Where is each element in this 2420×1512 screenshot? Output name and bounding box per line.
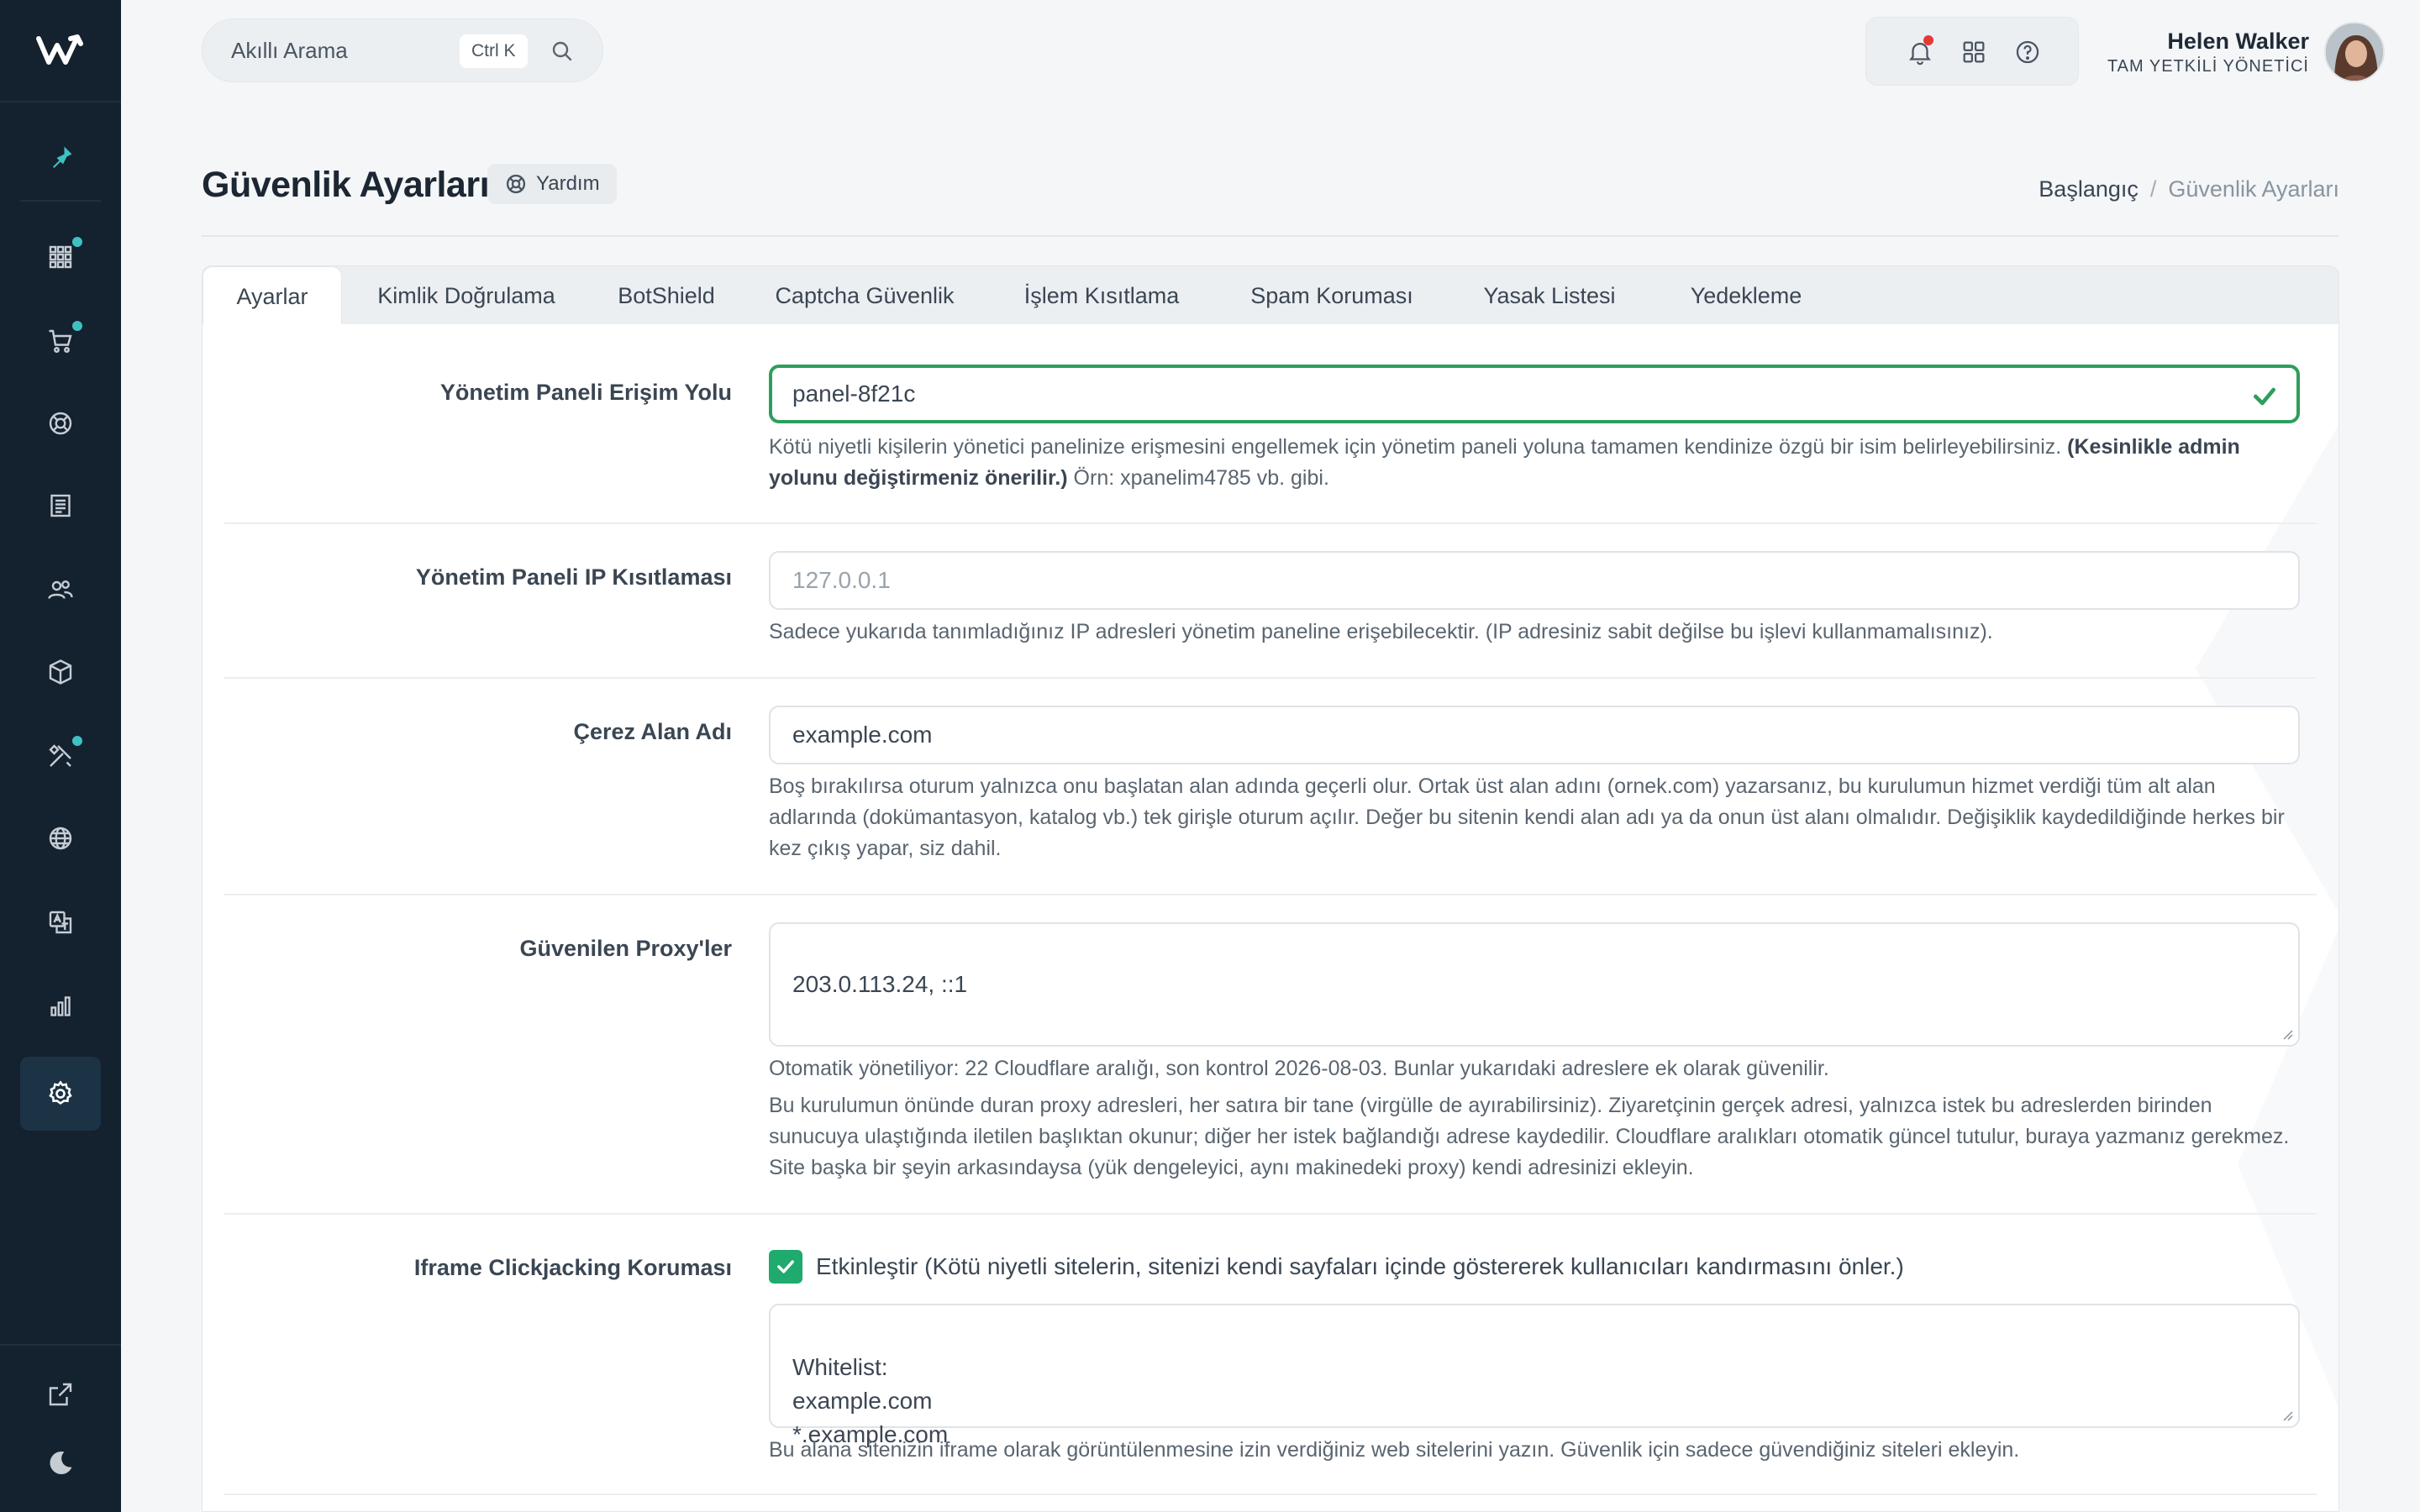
divider [202,235,2339,237]
sidebar-item-tools[interactable] [20,719,101,793]
search-label: Akıllı Arama [231,38,348,63]
smart-search[interactable]: Akıllı Arama Ctrl K [202,18,603,82]
tab-settings[interactable]: Ayarlar [203,266,342,327]
clickjacking-whitelist-textarea[interactable]: Whitelist: example.com *.example.com [769,1304,2300,1447]
breadcrumb-home[interactable]: Başlangıç [2039,176,2139,202]
clickjacking-help: Bu alana sitenizin iframe olarak görüntü… [769,1438,2020,1462]
sidebar-item-support[interactable] [20,386,101,460]
badge-dot [72,237,82,247]
sidebar-item-apps[interactable] [20,220,101,294]
tab-bar: Ayarlar Kimlik Doğrulama BotShield Captc… [202,265,2339,327]
settings-form: Yönetim Paneli Erişim Yolu panel-8f21c K… [202,324,2339,1512]
ip-restriction-help: Sadece yukarıda tanımladığınız IP adresl… [769,620,1993,643]
user-name[interactable]: Helen Walker [2167,29,2309,55]
user-role: TAM YETKİLİ YÖNETİCİ [2107,57,2309,76]
apps-icon [49,245,72,269]
tab-authentication[interactable]: Kimlik Doğrulama [342,266,591,325]
pin-icon [53,146,72,168]
clickjacking-checkbox[interactable] [769,1250,802,1284]
dark-mode-toggle[interactable] [20,1426,101,1500]
ip-restriction-input[interactable]: 127.0.0.1 [769,551,2300,610]
gear-icon [49,1080,72,1105]
topbar-icon-group [1865,17,2079,86]
avatar[interactable] [2324,22,2385,82]
checkmark-icon [777,1260,794,1273]
notifications-button[interactable] [1903,35,1937,69]
sidebar-item-pinned[interactable] [20,121,101,195]
badge-dot [72,321,82,331]
avatar-image [2326,24,2383,81]
sidebar-item-settings[interactable] [20,1057,101,1131]
sidebar-item-sites[interactable] [20,801,101,875]
tools-icon [49,744,71,767]
external-link-icon [49,1383,72,1406]
sidebar-item-orders[interactable] [20,469,101,543]
receipt-icon [50,494,71,517]
sidebar-item-products[interactable] [20,635,101,709]
tab-rate-limiting[interactable]: İşlem Kısıtlama [987,266,1216,325]
breadcrumb-separator: / [2149,176,2157,202]
admin-path-label: Yönetim Paneli Erişim Yolu [439,380,732,405]
admin-path-value: panel-8f21c [792,381,916,407]
globe-icon [49,827,72,850]
admin-path-input[interactable]: panel-8f21c [769,365,2300,423]
trusted-proxies-help: Bu kurulumun önünde duran proxy adresler… [769,1094,2290,1179]
logo[interactable] [0,0,121,102]
whitelist-value: Whitelist: example.com *.example.com [792,1354,949,1447]
sidebar-item-reports[interactable] [20,969,101,1043]
notification-dot [1923,35,1933,45]
grid-icon [1963,41,1985,63]
sidebar [0,0,121,1512]
tab-captcha[interactable]: Captcha Güvenlik [742,266,987,325]
help-link-button[interactable]: Yardım [487,164,617,204]
cookie-domain-input[interactable]: example.com [769,706,2300,764]
tab-botshield[interactable]: BotShield [591,266,742,325]
users-icon [48,580,73,599]
logo-icon [36,34,83,65]
trusted-proxies-value: 203.0.113.24, ::1 [792,971,968,997]
cookie-domain-label: Çerez Alan Adı [573,719,732,744]
ip-restriction-label: Yönetim Paneli IP Kısıtlaması [415,564,732,590]
page-title: Güvenlik Ayarları [202,165,490,205]
search-shortcut: Ctrl K [460,34,528,68]
badge-dot [72,736,82,746]
chart-icon [50,996,71,1016]
breadcrumb-current: Güvenlik Ayarları [2168,176,2339,202]
help-label: Yardım [536,172,600,195]
valid-check-icon [2254,387,2275,406]
clickjacking-checkbox-label: Etkinleştir (Kötü niyetli sitelerin, sit… [816,1253,1904,1279]
help-button[interactable] [2011,35,2044,69]
trusted-proxies-textarea[interactable]: 203.0.113.24, ::1 [769,922,2300,1047]
tab-spam-protection[interactable]: Spam Koruması [1216,266,1448,325]
trusted-proxies-label: Güvenilen Proxy'ler [519,936,732,961]
moon-icon [50,1452,72,1475]
sidebar-item-users[interactable] [20,553,101,627]
help-circle-icon [2016,40,2039,64]
sidebar-item-cart[interactable] [20,304,101,378]
cart-icon [49,329,72,353]
clickjacking-label: Iframe Clickjacking Koruması [413,1255,732,1280]
sidebar-item-languages[interactable] [20,885,101,959]
open-site-button[interactable] [20,1357,101,1431]
resize-handle-icon[interactable] [2281,1028,2293,1040]
support-icon [49,412,72,435]
tab-ban-list[interactable]: Yasak Listesi [1448,266,1651,325]
translate-icon [49,911,72,934]
tab-backup[interactable]: Yedekleme [1651,266,1841,325]
cookie-domain-help: Boş bırakılırsa oturum yalnızca onu başl… [769,774,2285,860]
topbar: Akıllı Arama Ctrl K Helen Walker TAM YET… [121,0,2420,101]
trusted-proxies-auto-note: Otomatik yönetiliyor: 22 Cloudflare aral… [769,1057,1829,1080]
resize-handle-icon[interactable] [2281,1410,2293,1421]
clickjacking-checkbox-row[interactable]: Etkinleştir (Kötü niyetli sitelerin, sit… [769,1250,1904,1284]
lifebuoy-icon [506,174,526,194]
apps-grid-button[interactable] [1957,35,1991,69]
breadcrumb: Başlangıç / Güvenlik Ayarları [2039,176,2339,202]
search-icon[interactable] [549,38,576,65]
admin-path-help: Kötü niyetli kişilerin yönetici panelini… [769,435,2240,490]
box-icon [49,659,72,685]
